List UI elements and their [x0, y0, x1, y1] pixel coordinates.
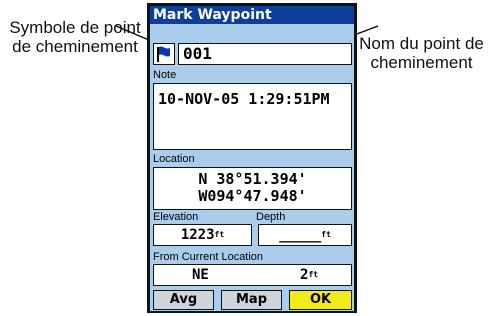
elevation-field[interactable]: 1223ft [153, 224, 252, 246]
ok-button[interactable]: OK [289, 290, 352, 310]
distance-readout: 2ft [300, 265, 318, 285]
waypoint-name-field[interactable]: 001 [178, 43, 352, 65]
mark-waypoint-screen: Mark Waypoint 001 Note 10-NOV-05 1:29:51… [150, 6, 354, 311]
blue-flag-icon [157, 46, 170, 62]
waypoint-symbol-button[interactable] [153, 43, 175, 65]
elevation-label: Elevation [153, 211, 199, 223]
depth-unit: ft [321, 230, 331, 239]
from-current-location-field: NE 2ft [153, 264, 352, 286]
note-field[interactable]: 10-NOV-05 1:29:51PM [153, 83, 352, 150]
gps-device-frame: Mark Waypoint 001 Note 10-NOV-05 1:29:51… [147, 3, 357, 313]
from-current-location-label: From Current Location [153, 251, 264, 263]
depth-field[interactable]: _____ft [258, 224, 352, 246]
window-title: Mark Waypoint [150, 6, 354, 24]
map-button[interactable]: Map [221, 290, 282, 310]
avg-button[interactable]: Avg [153, 290, 214, 310]
bearing-value: NE [192, 267, 209, 283]
elevation-value: 1223 [180, 227, 215, 243]
longitude-value: W094°47.948' [198, 187, 307, 205]
elevation-unit: ft [214, 230, 225, 239]
distance-unit: ft [308, 270, 319, 279]
depth-label: Depth [256, 211, 286, 223]
location-label: Location [153, 153, 195, 165]
note-label: Note [153, 69, 177, 81]
depth-value: _____ [279, 227, 322, 243]
latitude-value: N 38°51.394' [198, 170, 307, 188]
location-field[interactable]: N 38°51.394' W094°47.948' [153, 167, 352, 210]
